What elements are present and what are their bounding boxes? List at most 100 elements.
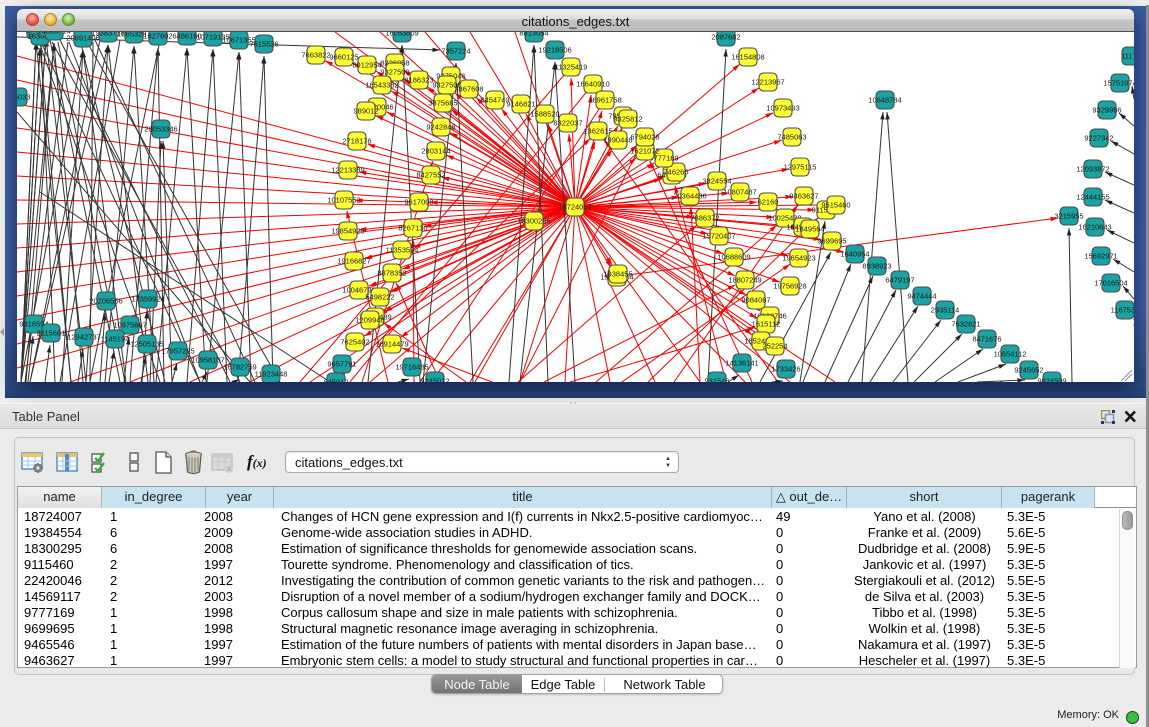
svg-text:8267130: 8267130 bbox=[398, 224, 427, 233]
svg-text:19716485: 19716485 bbox=[395, 363, 428, 372]
svg-text:1615112: 1615112 bbox=[752, 320, 781, 329]
svg-text:1938455: 1938455 bbox=[603, 270, 632, 279]
svg-text:252254: 252254 bbox=[762, 342, 787, 351]
svg-text:9084067: 9084067 bbox=[741, 296, 770, 305]
svg-text:8471676: 8471676 bbox=[972, 335, 1001, 344]
svg-text:1733426: 1733426 bbox=[771, 365, 800, 374]
svg-text:62160: 62160 bbox=[758, 198, 779, 207]
svg-text:8938923: 8938923 bbox=[862, 262, 891, 271]
svg-text:7632621: 7632621 bbox=[951, 320, 980, 329]
svg-text:15751074: 15751074 bbox=[1103, 79, 1134, 88]
svg-text:2718176: 2718176 bbox=[342, 137, 371, 146]
svg-text:7515526: 7515526 bbox=[249, 40, 278, 49]
svg-text:10807487: 10807487 bbox=[723, 188, 756, 197]
svg-text:1362615: 1362615 bbox=[583, 127, 612, 136]
svg-text:2115681: 2115681 bbox=[37, 329, 66, 338]
svg-text:9329966: 9329966 bbox=[1092, 106, 1121, 115]
svg-text:9515460: 9515460 bbox=[821, 201, 850, 210]
svg-text:7663822: 7663822 bbox=[301, 51, 330, 60]
svg-text:18724007: 18724007 bbox=[558, 203, 591, 212]
svg-text:3215955: 3215955 bbox=[1054, 212, 1083, 221]
svg-text:3824554: 3824554 bbox=[702, 177, 731, 186]
svg-text:15692971: 15692971 bbox=[1084, 252, 1117, 261]
svg-text:9227342: 9227342 bbox=[1084, 134, 1113, 143]
svg-text:10648784: 10648784 bbox=[868, 96, 901, 105]
svg-text:7625402: 7625402 bbox=[340, 338, 369, 347]
svg-text:165033: 165033 bbox=[17, 93, 31, 102]
svg-text:19654923: 19654923 bbox=[782, 254, 815, 263]
svg-text:1209948: 1209948 bbox=[355, 316, 384, 325]
svg-text:17957225: 17957225 bbox=[161, 347, 194, 356]
svg-text:8427552: 8427552 bbox=[416, 171, 445, 180]
svg-text:8186323: 8186323 bbox=[404, 76, 433, 85]
svg-text:8322037: 8322037 bbox=[553, 119, 582, 128]
svg-text:8454749: 8454749 bbox=[480, 96, 509, 105]
svg-text:10654112: 10654112 bbox=[994, 350, 1027, 359]
svg-text:7357224: 7357224 bbox=[441, 47, 470, 56]
svg-text:6794028: 6794028 bbox=[630, 133, 659, 142]
svg-text:11923448: 11923448 bbox=[255, 370, 288, 379]
svg-text:10688609: 10688609 bbox=[717, 253, 750, 262]
svg-text:12093872: 12093872 bbox=[1076, 165, 1109, 174]
svg-text:9699695: 9699695 bbox=[817, 237, 846, 246]
svg-text:2867608: 2867608 bbox=[454, 85, 483, 94]
svg-text:9245012: 9245012 bbox=[420, 377, 449, 383]
svg-text:1327602: 1327602 bbox=[143, 32, 172, 41]
svg-text:17016504: 17016504 bbox=[1094, 279, 1127, 288]
svg-text:16210643: 16210643 bbox=[1078, 223, 1111, 232]
svg-text:16154808: 16154808 bbox=[731, 53, 764, 62]
svg-text:14136141: 14136141 bbox=[725, 359, 758, 368]
svg-text:20364436: 20364436 bbox=[673, 192, 706, 201]
svg-text:16782759: 16782759 bbox=[223, 363, 256, 372]
svg-text:9325812: 9325812 bbox=[613, 115, 642, 124]
svg-text:10958107: 10958107 bbox=[191, 356, 224, 365]
svg-text:20206556: 20206556 bbox=[89, 297, 122, 306]
svg-text:15720407: 15720407 bbox=[702, 232, 735, 241]
svg-text:2935114: 2935114 bbox=[931, 306, 960, 315]
svg-text:10973493: 10973493 bbox=[766, 104, 799, 113]
svg-text:16961758: 16961758 bbox=[588, 96, 621, 105]
svg-text:9463627: 9463627 bbox=[789, 192, 818, 201]
svg-text:1990448: 1990448 bbox=[603, 136, 632, 145]
svg-text:16053809: 16053809 bbox=[385, 32, 418, 38]
svg-text:12444155: 12444155 bbox=[1076, 193, 1109, 202]
svg-text:16543382: 16543382 bbox=[365, 81, 398, 90]
svg-text:12213389: 12213389 bbox=[331, 166, 364, 175]
svg-text:9657791: 9657791 bbox=[327, 360, 356, 369]
svg-text:7386372: 7386372 bbox=[690, 214, 719, 223]
svg-text:16640910: 16640910 bbox=[576, 80, 609, 89]
svg-text:9242848: 9242848 bbox=[426, 123, 455, 132]
svg-text:9617008: 9617008 bbox=[404, 198, 433, 207]
svg-text:5498222: 5498222 bbox=[365, 293, 394, 302]
svg-text:18300295: 18300295 bbox=[517, 217, 550, 226]
svg-text:10107552: 10107552 bbox=[327, 196, 360, 205]
svg-text:9824509: 9824509 bbox=[1037, 377, 1066, 383]
svg-text:12505135: 12505135 bbox=[130, 340, 163, 349]
svg-text:10975867: 10975867 bbox=[113, 321, 146, 330]
svg-text:8813054: 8813054 bbox=[519, 32, 548, 38]
svg-text:3875685: 3875685 bbox=[428, 99, 457, 108]
svg-text:8878352: 8878352 bbox=[377, 269, 406, 278]
svg-text:12975115: 12975115 bbox=[784, 163, 817, 172]
svg-text:1640954: 1640954 bbox=[840, 250, 869, 259]
svg-text:1167533: 1167533 bbox=[1111, 306, 1134, 315]
svg-text:11353594: 11353594 bbox=[386, 246, 419, 255]
svg-text:1621072: 1621072 bbox=[630, 147, 659, 156]
svg-text:989012: 989012 bbox=[353, 107, 378, 116]
svg-text:9146821: 9146821 bbox=[506, 100, 535, 109]
svg-text:19756928: 19756928 bbox=[773, 282, 806, 291]
svg-text:845012: 845012 bbox=[323, 378, 348, 383]
svg-text:1588520: 1588520 bbox=[530, 110, 559, 119]
svg-text:18807249: 18807249 bbox=[728, 276, 761, 285]
svg-text:1145194: 1145194 bbox=[101, 335, 130, 344]
svg-text:2087682: 2087682 bbox=[711, 33, 740, 42]
svg-text:11325419: 11325419 bbox=[555, 63, 588, 72]
svg-text:12942737: 12942737 bbox=[67, 333, 100, 342]
svg-text:1849564: 1849564 bbox=[795, 225, 824, 234]
svg-text:8912954: 8912954 bbox=[352, 61, 381, 70]
svg-text:12213967: 12213967 bbox=[751, 78, 784, 87]
svg-text:19166827: 19166827 bbox=[337, 257, 370, 266]
svg-text:746266: 746266 bbox=[663, 168, 688, 177]
svg-text:931546: 931546 bbox=[704, 377, 729, 383]
svg-text:9245652: 9245652 bbox=[1014, 366, 1043, 375]
